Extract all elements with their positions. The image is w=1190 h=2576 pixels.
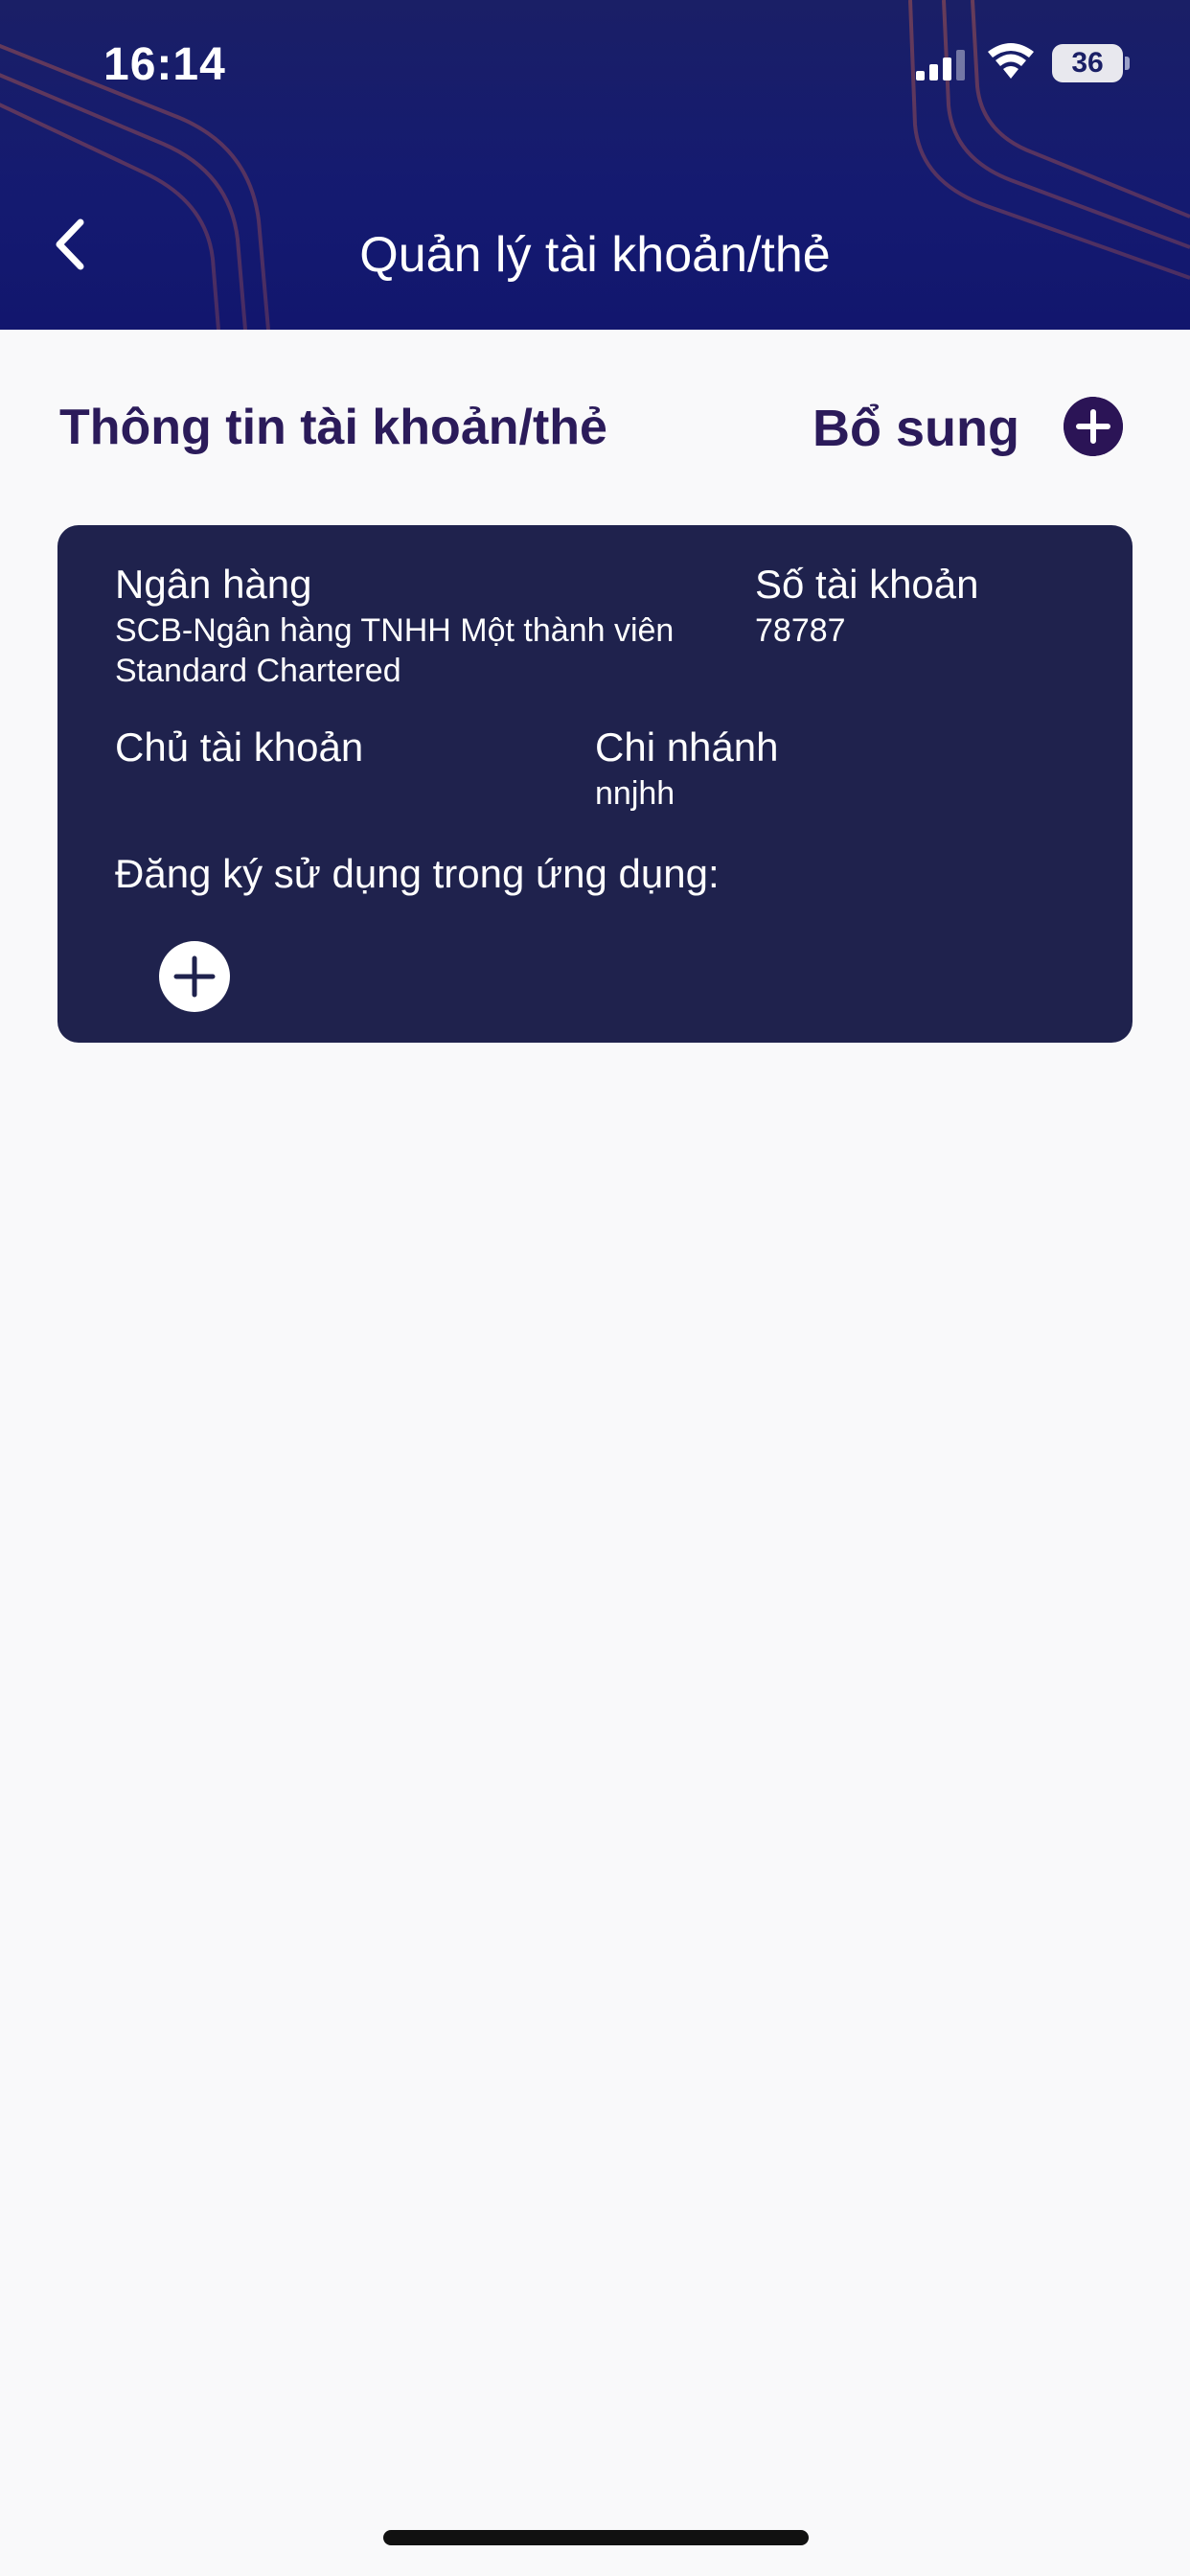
plus-circle-icon <box>1064 397 1123 456</box>
bank-name-line1: SCB-Ngân hàng TNHH Một thành viên <box>115 612 675 649</box>
status-time: 16:14 <box>103 39 226 90</box>
account-number-label: Số tài khoản <box>755 562 979 607</box>
register-in-app-label: Đăng ký sử dụng trong ứng dụng: <box>115 851 720 896</box>
add-account-label: Bổ sung <box>812 400 1019 457</box>
branch-label: Chi nhánh <box>595 724 779 770</box>
bank-name-line2: Standard Chartered <box>115 653 401 689</box>
account-card: Ngân hàng SCB-Ngân hàng TNHH Một thành v… <box>57 525 1133 1043</box>
status-bar: 16:14 36 <box>0 0 1190 134</box>
account-management-screen: 16:14 36 Quản lý tài khoản/thẻ Thông tin… <box>0 0 1190 2576</box>
plus-icon <box>173 955 216 998</box>
account-number-value: 78787 <box>755 612 846 649</box>
header: 16:14 36 Quản lý tài khoản/thẻ <box>0 0 1190 330</box>
cellular-signal-icon <box>916 50 965 80</box>
branch-value: nnjhh <box>595 775 675 812</box>
bank-label: Ngân hàng <box>115 562 312 607</box>
page-title: Quản lý tài khoản/thẻ <box>359 227 831 283</box>
register-add-button[interactable] <box>159 941 230 1012</box>
add-account-button[interactable]: Bổ sung <box>812 393 1129 464</box>
battery-level: 36 <box>1071 47 1104 79</box>
section-title: Thông tin tài khoản/thẻ <box>59 400 607 455</box>
account-holder-label: Chủ tài khoản <box>115 724 364 770</box>
wifi-icon <box>988 43 1034 79</box>
home-indicator <box>383 2530 809 2545</box>
battery-icon: 36 <box>1052 44 1130 82</box>
